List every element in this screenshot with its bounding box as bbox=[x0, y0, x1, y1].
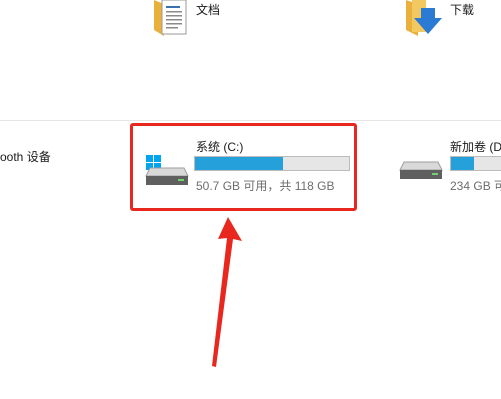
documents-folder-icon bbox=[154, 0, 187, 36]
folder-downloads-label: 下载 bbox=[450, 3, 475, 17]
drive-d-usage-fill bbox=[451, 157, 475, 170]
folder-downloads[interactable]: 下载 bbox=[402, 0, 501, 40]
drive-d-usage-bar bbox=[450, 156, 501, 171]
highlight-box bbox=[130, 123, 357, 211]
bluetooth-device-label[interactable]: ooth 设备 bbox=[0, 148, 51, 165]
folder-documents-label: 文档 bbox=[196, 3, 221, 17]
drive-d[interactable]: 新加卷 (D 234 GB 可 bbox=[396, 128, 501, 204]
drive-d-space-text: 234 GB 可 bbox=[450, 179, 501, 193]
folder-documents[interactable]: 文档 bbox=[148, 0, 248, 40]
red-arrow-icon bbox=[212, 217, 242, 367]
downloads-folder-icon bbox=[406, 0, 442, 36]
drive-d-name: 新加卷 (D bbox=[450, 140, 501, 154]
section-divider bbox=[0, 120, 501, 121]
drive-icon bbox=[399, 161, 443, 179]
